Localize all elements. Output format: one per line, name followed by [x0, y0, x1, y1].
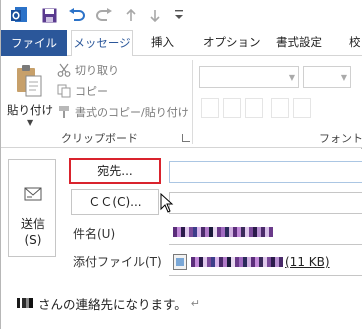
cc-button[interactable]: ＣＣ(C)... [71, 189, 159, 215]
format-painter-icon [55, 104, 73, 120]
bold-button[interactable] [201, 98, 219, 118]
format-painter-label: 書式のコピー/貼り付け [75, 106, 189, 119]
font-name-box[interactable]: ▼ [199, 66, 299, 88]
copy-label: コピー [75, 85, 108, 98]
underline-button[interactable] [245, 98, 263, 118]
scissors-icon [55, 62, 73, 78]
outlook-app-icon [9, 5, 29, 25]
quick-access-toolbar [1, 0, 362, 30]
font-name-dropdown-icon[interactable]: ▼ [289, 73, 295, 82]
font-group-label: フォント [319, 132, 362, 145]
undo-icon[interactable] [65, 5, 87, 25]
attachment-size: (11 KB) [285, 255, 330, 269]
attachment-underline [169, 275, 362, 276]
send-button[interactable]: 送信 (S) [8, 159, 56, 257]
clipboard-group-label: クリップボード [61, 132, 138, 145]
tab-message[interactable]: メッセージ [71, 30, 133, 57]
tab-file[interactable]: ファイル [1, 30, 67, 56]
tab-review[interactable]: 校 [349, 30, 361, 56]
down-arrow-icon[interactable] [147, 5, 163, 25]
italic-button[interactable] [223, 98, 241, 118]
format-painter-button[interactable]: 書式のコピー/貼り付け [55, 102, 189, 122]
tab-options[interactable]: オプション [203, 30, 261, 56]
paste-dropdown-icon[interactable]: ▼ [27, 118, 33, 127]
message-body[interactable]: さんの連絡先になります。 ↵ [17, 294, 200, 312]
to-field[interactable] [169, 161, 362, 183]
font-color-button[interactable] [293, 98, 311, 118]
paragraph-mark: ↵ [190, 296, 200, 310]
attachment-item[interactable]: (11 KB) [173, 252, 330, 272]
attachment-label: 添付ファイル(T) [73, 255, 162, 269]
clipboard-icon [17, 65, 42, 97]
font-size-dropdown-icon[interactable]: ▼ [341, 73, 347, 82]
mouse-pointer-icon [160, 193, 174, 213]
outlook-compose-window: ファイル メッセージ 挿入 オプション 書式設定 校 貼り付け ▼ 切り取り コ… [0, 0, 362, 329]
body-text: さんの連絡先になります。 [38, 296, 187, 312]
compose-pane: 送信 (S) 宛先... ＣＣ(C)... 件名(U) 添付ファイル(T) (1… [1, 149, 362, 329]
customize-toolbar-icon[interactable] [171, 5, 187, 25]
font-size-box[interactable]: ▼ [303, 66, 351, 88]
redacted-subject [173, 227, 273, 237]
envelope-icon [24, 187, 42, 201]
paste-label: 貼り付け [7, 103, 53, 117]
group-separator [192, 60, 193, 144]
to-button[interactable]: 宛先... [69, 158, 161, 184]
cut-button[interactable]: 切り取り [55, 60, 119, 80]
redacted-name [17, 298, 33, 308]
redo-icon[interactable] [93, 5, 115, 25]
clipboard-launcher-icon[interactable] [182, 134, 190, 142]
copy-button[interactable]: コピー [55, 81, 108, 101]
cut-label: 切り取り [75, 64, 119, 77]
tab-insert[interactable]: 挿入 [151, 30, 174, 56]
ribbon-tabs: ファイル メッセージ 挿入 オプション 書式設定 校 [1, 30, 362, 57]
subject-underline [169, 244, 362, 245]
highlight-button[interactable] [271, 98, 289, 118]
subject-label: 件名(U) [73, 227, 116, 241]
copy-icon [55, 83, 73, 99]
send-label: 送信 (S) [20, 217, 45, 247]
file-icon [173, 254, 187, 270]
ribbon-body: 貼り付け ▼ 切り取り コピー 書式のコピー/貼り付け クリップボード ▼ ▼ … [1, 56, 362, 148]
cc-field[interactable] [169, 192, 362, 214]
tab-format-text[interactable]: 書式設定 [276, 30, 322, 56]
paste-button[interactable]: 貼り付け ▼ [5, 62, 55, 127]
subject-field[interactable] [169, 221, 362, 245]
redacted-filename [191, 257, 283, 267]
save-icon[interactable] [39, 5, 59, 25]
up-arrow-icon[interactable] [123, 5, 139, 25]
